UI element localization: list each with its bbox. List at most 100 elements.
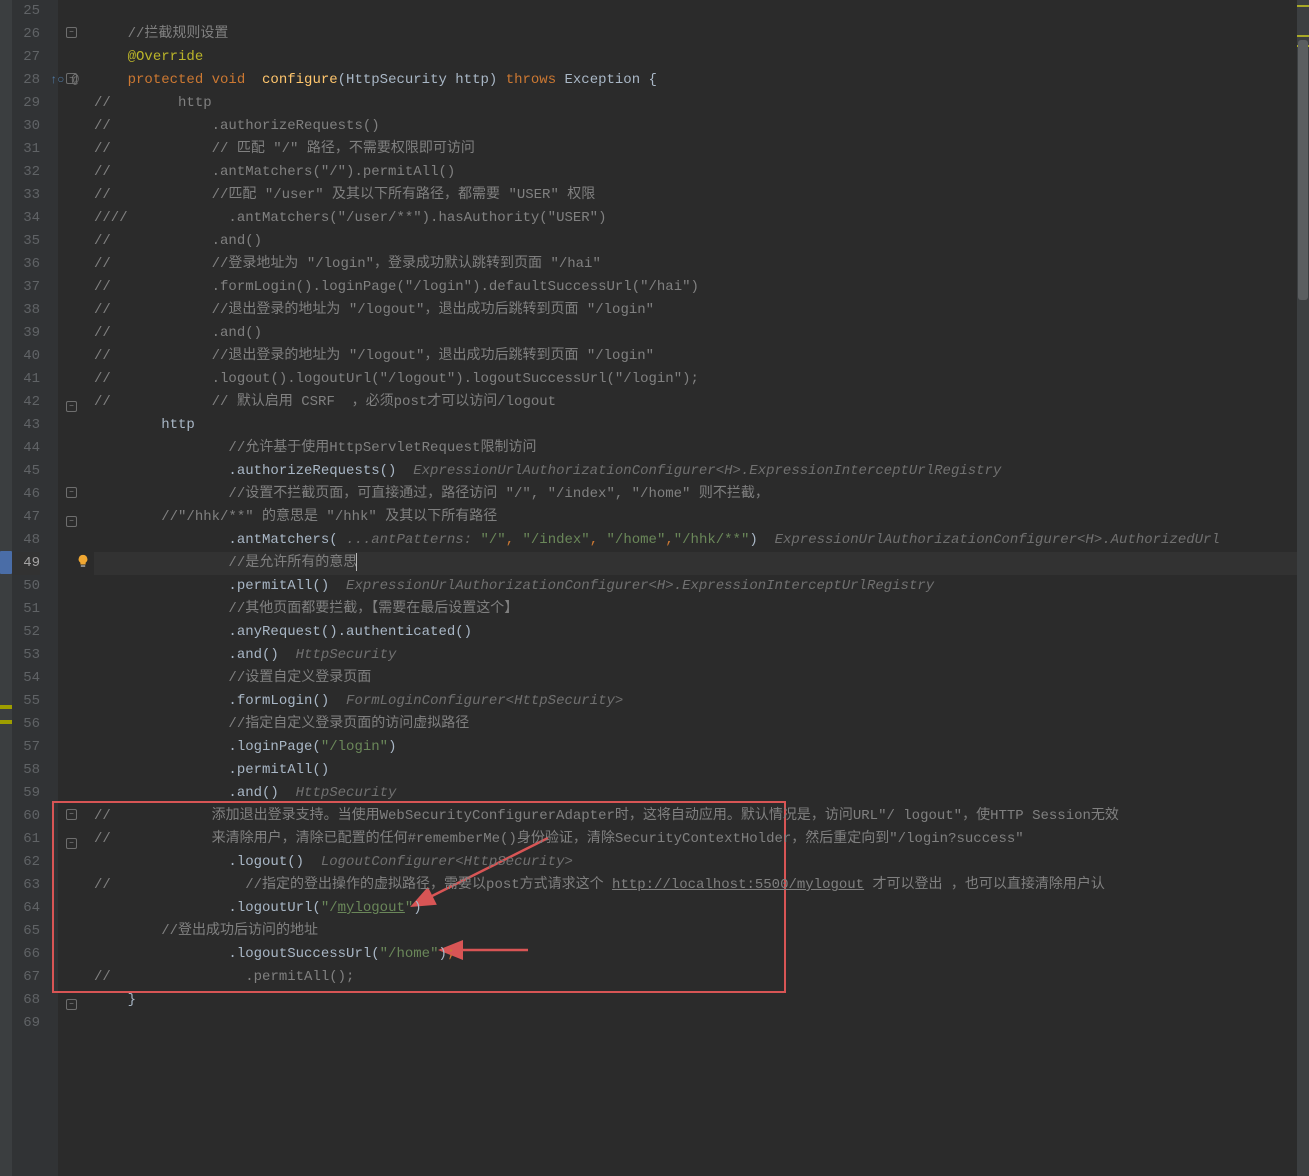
scrollbar-thumb[interactable] <box>1298 40 1308 300</box>
line-number[interactable]: 63 <box>12 874 40 897</box>
code-line[interactable]: //指定自定义登录页面的访问虚拟路径 <box>94 713 1309 736</box>
code-editor[interactable]: 25262728↑○ @2930313233343536373839404142… <box>0 0 1309 1176</box>
code-line[interactable]: .logoutUrl("/mylogout") <box>94 897 1309 920</box>
code-line[interactable]: .permitAll() ExpressionUrlAuthorizationC… <box>94 575 1309 598</box>
code-line[interactable]: .logout() LogoutConfigurer<HttpSecurity> <box>94 851 1309 874</box>
line-number[interactable]: 68 <box>12 989 40 1012</box>
line-number[interactable]: 27 <box>12 46 40 69</box>
code-line[interactable]: //是允许所有的意思 <box>94 552 1309 575</box>
code-line[interactable]: // .and() <box>94 322 1309 345</box>
line-number[interactable]: 53 <box>12 644 40 667</box>
fold-toggle-icon[interactable]: − <box>66 401 77 412</box>
line-number[interactable]: 57 <box>12 736 40 759</box>
code-line[interactable]: //其他页面都要拦截，【需要在最后设置这个】 <box>94 598 1309 621</box>
code-line[interactable]: // //登录地址为 "/login"，登录成功默认跳转到页面 "/hai" <box>94 253 1309 276</box>
line-number[interactable]: 54 <box>12 667 40 690</box>
vertical-scrollbar[interactable] <box>1297 0 1309 1176</box>
code-line[interactable]: .authorizeRequests() ExpressionUrlAuthor… <box>94 460 1309 483</box>
code-line[interactable]: − } <box>94 989 1309 1012</box>
code-line[interactable]: @Override <box>94 46 1309 69</box>
code-line[interactable]: // //指定的登出操作的虚拟路径，需要以post方式请求这个 http://l… <box>94 874 1309 897</box>
code-line[interactable]: .logoutSuccessUrl("/home"); <box>94 943 1309 966</box>
line-number[interactable]: 44 <box>12 437 40 460</box>
code-line[interactable] <box>94 1012 1309 1035</box>
line-number[interactable]: 48 <box>12 529 40 552</box>
line-number[interactable]: 45 <box>12 460 40 483</box>
line-number[interactable]: 43 <box>12 414 40 437</box>
code-line[interactable]: − //设置不拦截页面，可直接通过，路径访问 "/", "/index", "/… <box>94 483 1309 506</box>
code-line[interactable]: //设置自定义登录页面 <box>94 667 1309 690</box>
line-number[interactable]: 65 <box>12 920 40 943</box>
code-area[interactable]: − //拦截规则设置 @Override− protected void con… <box>58 0 1309 1176</box>
line-number[interactable]: 40 <box>12 345 40 368</box>
line-number[interactable]: 31 <box>12 138 40 161</box>
line-number[interactable]: 49 <box>12 552 40 575</box>
line-number[interactable]: 42 <box>12 391 40 414</box>
code-line[interactable]: .anyRequest().authenticated() <box>94 621 1309 644</box>
code-line[interactable]: .and() HttpSecurity <box>94 644 1309 667</box>
code-line[interactable]: − //拦截规则设置 <box>94 23 1309 46</box>
line-number[interactable]: 66 <box>12 943 40 966</box>
code-line[interactable]: // .formLogin().loginPage("/login").defa… <box>94 276 1309 299</box>
code-line[interactable]: //允许基于使用HttpServletRequest限制访问 <box>94 437 1309 460</box>
line-number[interactable]: 28↑○ @ <box>12 69 40 92</box>
code-line[interactable] <box>94 0 1309 23</box>
line-number[interactable]: 60 <box>12 805 40 828</box>
line-number[interactable]: 34 <box>12 207 40 230</box>
line-number[interactable]: 52 <box>12 621 40 644</box>
line-number[interactable]: 29 <box>12 92 40 115</box>
code-line[interactable]: // //匹配 "/user" 及其以下所有路径，都需要 "USER" 权限 <box>94 184 1309 207</box>
fold-toggle-icon[interactable]: − <box>66 487 77 498</box>
code-line[interactable]: .antMatchers( ...antPatterns: "/", "/ind… <box>94 529 1309 552</box>
code-line[interactable]: − protected void configure(HttpSecurity … <box>94 69 1309 92</box>
code-line[interactable]: // //退出登录的地址为 "/logout"，退出成功后跳转到页面 "/log… <box>94 299 1309 322</box>
line-number[interactable]: 56 <box>12 713 40 736</box>
code-line[interactable]: // // 匹配 "/" 路径，不需要权限即可访问 <box>94 138 1309 161</box>
line-number[interactable]: 41 <box>12 368 40 391</box>
line-number[interactable]: 36 <box>12 253 40 276</box>
line-number[interactable]: 64 <box>12 897 40 920</box>
line-number[interactable]: 33 <box>12 184 40 207</box>
fold-toggle-icon[interactable]: − <box>66 516 77 527</box>
line-number[interactable]: 58 <box>12 759 40 782</box>
line-number[interactable]: 26 <box>12 23 40 46</box>
line-number[interactable]: 51 <box>12 598 40 621</box>
code-line[interactable]: //登出成功后访问的地址 <box>94 920 1309 943</box>
line-number[interactable]: 37 <box>12 276 40 299</box>
line-number[interactable]: 59 <box>12 782 40 805</box>
code-line[interactable]: // .logout().logoutUrl("/logout").logout… <box>94 368 1309 391</box>
line-number[interactable]: 39 <box>12 322 40 345</box>
fold-toggle-icon[interactable]: − <box>66 838 77 849</box>
line-number[interactable]: 46 <box>12 483 40 506</box>
code-line[interactable]: .formLogin() FormLoginConfigurer<HttpSec… <box>94 690 1309 713</box>
code-line[interactable]: .loginPage("/login") <box>94 736 1309 759</box>
fold-toggle-icon[interactable]: − <box>66 999 77 1010</box>
code-line[interactable]: −// 添加退出登录支持。当使用WebSecurityConfigurerAda… <box>94 805 1309 828</box>
fold-toggle-icon[interactable]: − <box>66 809 77 820</box>
line-number[interactable]: 35 <box>12 230 40 253</box>
line-number[interactable]: 32 <box>12 161 40 184</box>
fold-toggle-icon[interactable]: − <box>66 27 77 38</box>
line-number[interactable]: 25 <box>12 0 40 23</box>
line-number[interactable]: 50 <box>12 575 40 598</box>
code-line[interactable]: − //"/hhk/**" 的意思是 "/hhk" 及其以下所有路径 <box>94 506 1309 529</box>
line-number[interactable]: 62 <box>12 851 40 874</box>
line-number-gutter[interactable]: 25262728↑○ @2930313233343536373839404142… <box>12 0 58 1176</box>
line-number[interactable]: 38 <box>12 299 40 322</box>
code-line[interactable]: .permitAll() <box>94 759 1309 782</box>
code-line[interactable]: // //退出登录的地址为 "/logout"，退出成功后跳转到页面 "/log… <box>94 345 1309 368</box>
code-line[interactable]: // http <box>94 92 1309 115</box>
code-line[interactable]: // .authorizeRequests() <box>94 115 1309 138</box>
intention-bulb-icon[interactable] <box>76 554 90 568</box>
line-number[interactable]: 61 <box>12 828 40 851</box>
line-number[interactable]: 69 <box>12 1012 40 1035</box>
line-number[interactable]: 67 <box>12 966 40 989</box>
code-line[interactable]: −// // 默认启用 CSRF ，必须post才可以访问/logout <box>94 391 1309 414</box>
code-line[interactable]: http <box>94 414 1309 437</box>
code-line[interactable]: // .and() <box>94 230 1309 253</box>
line-number[interactable]: 55 <box>12 690 40 713</box>
line-number[interactable]: 30 <box>12 115 40 138</box>
code-line[interactable]: .and() HttpSecurity <box>94 782 1309 805</box>
line-number[interactable]: 47 <box>12 506 40 529</box>
code-line[interactable]: // .permitAll(); <box>94 966 1309 989</box>
